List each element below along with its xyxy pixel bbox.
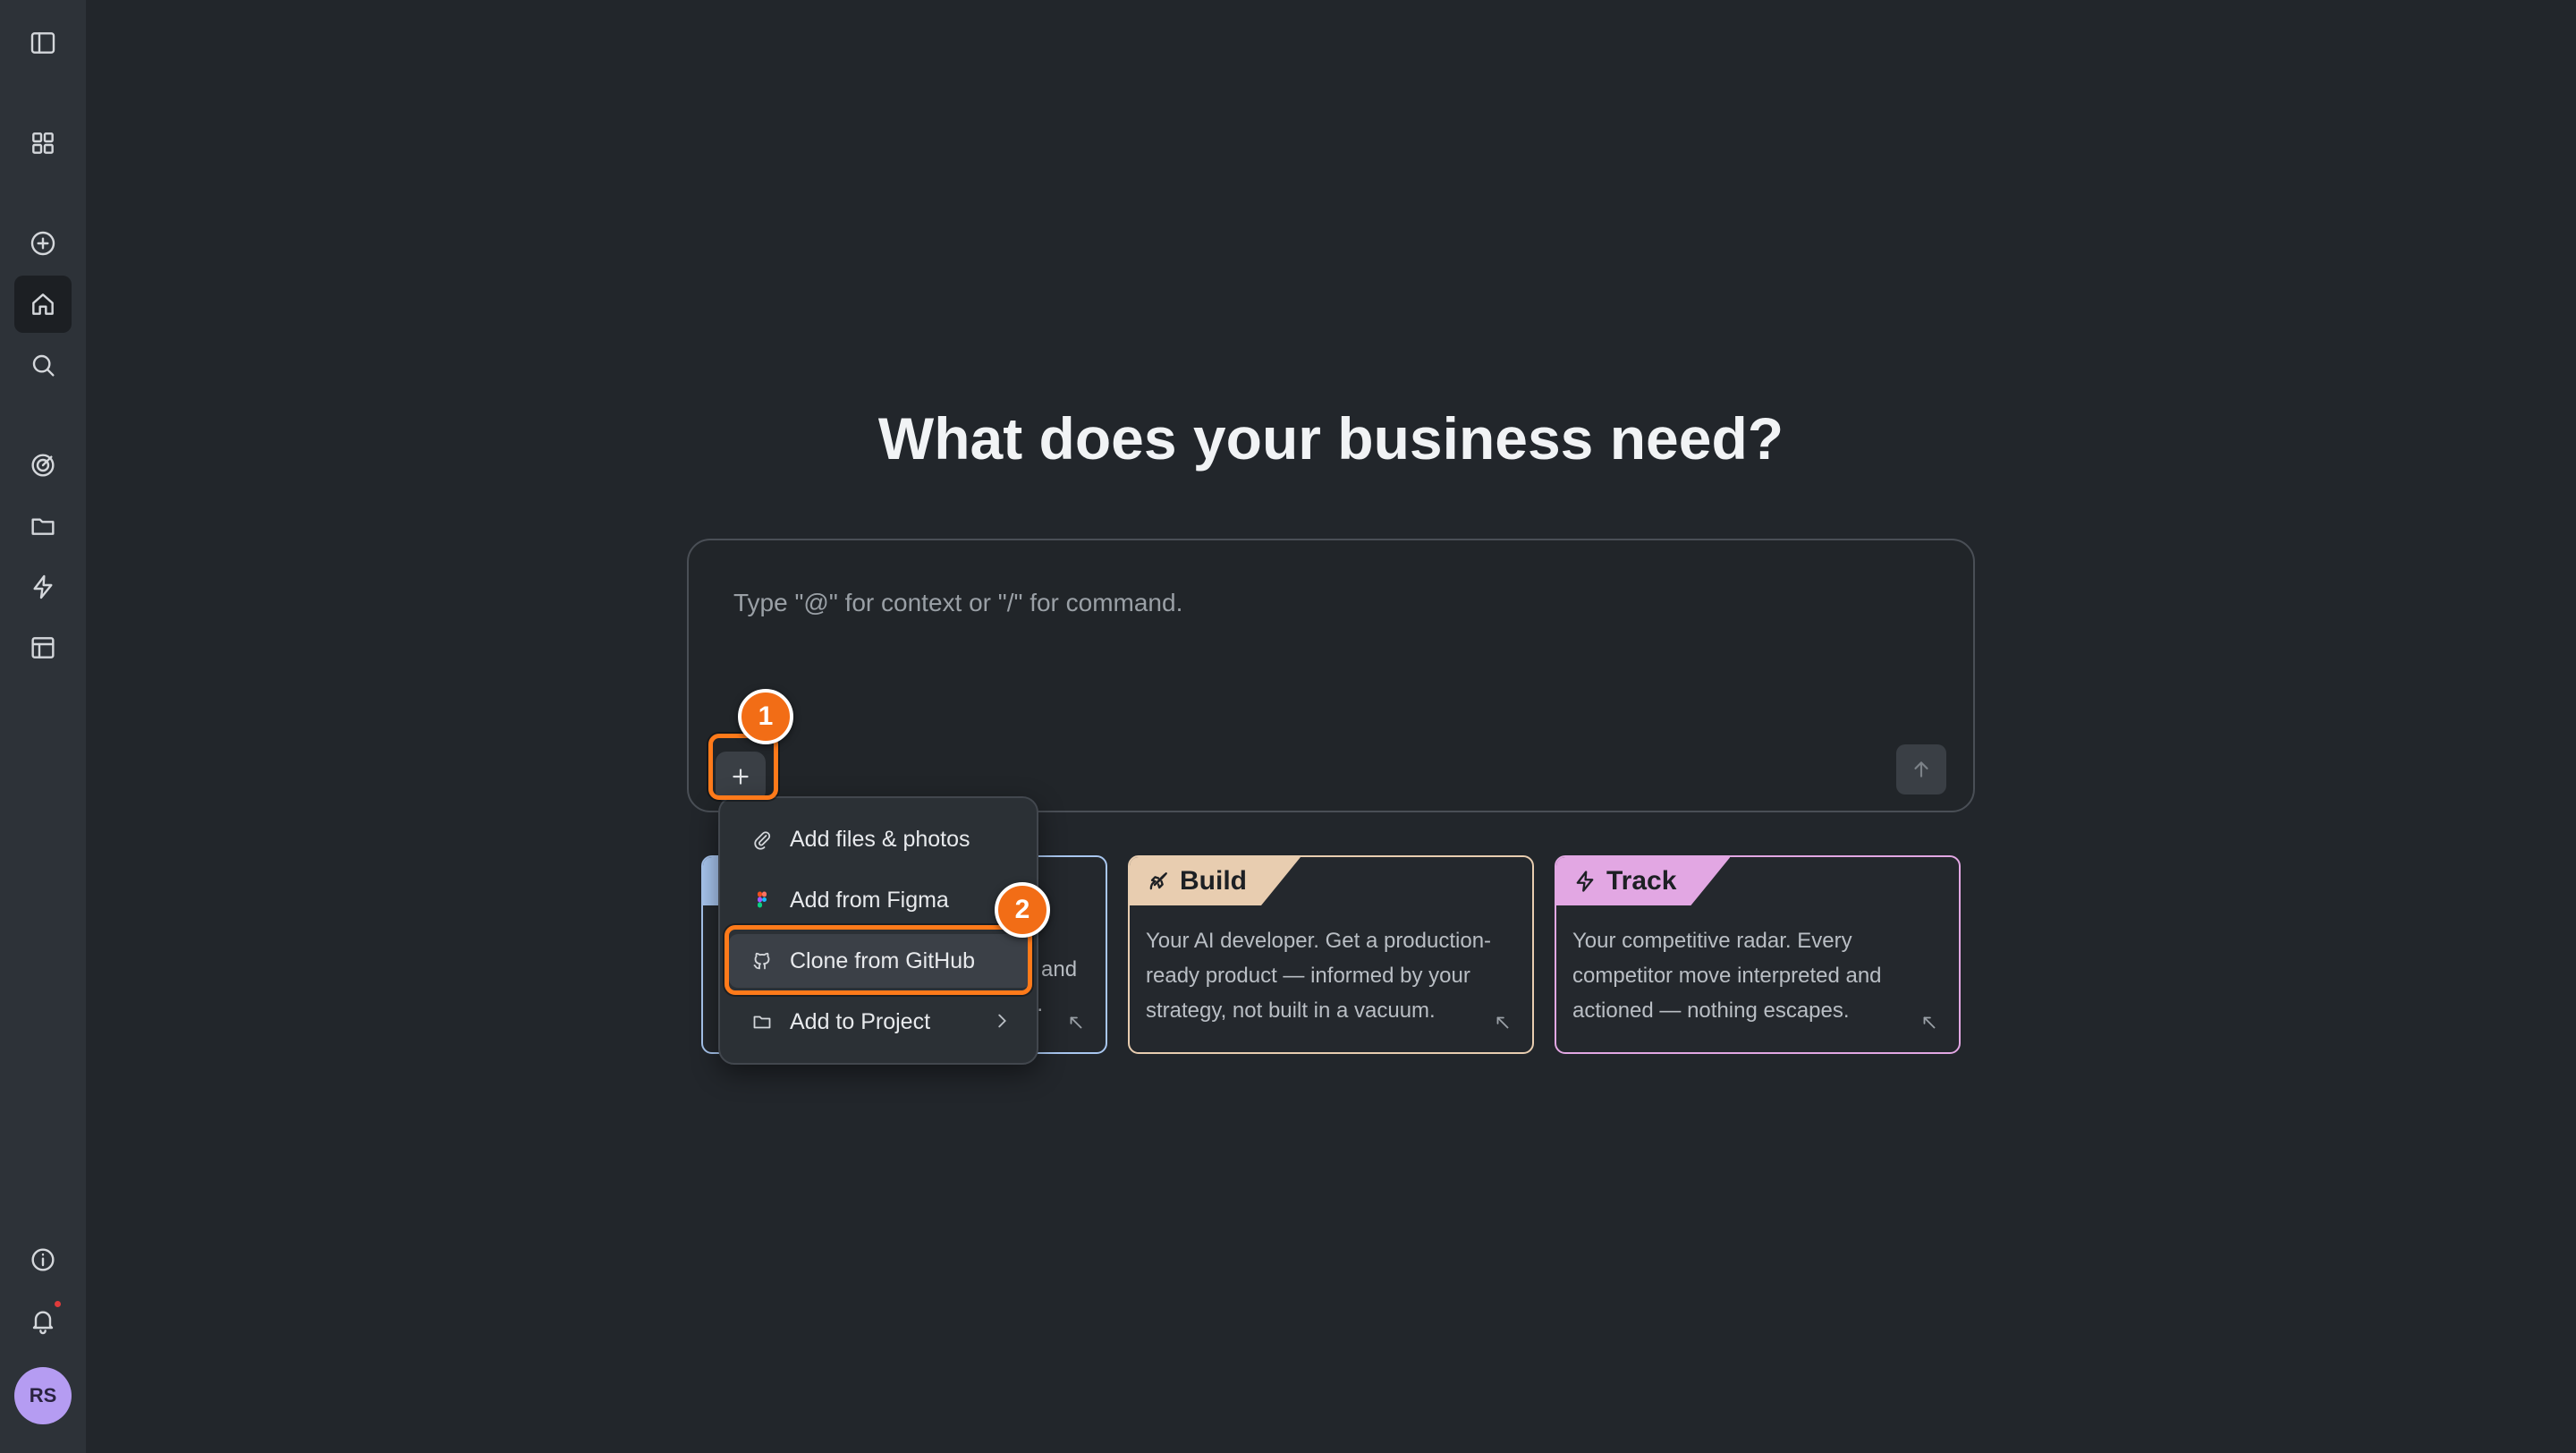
lightning-icon bbox=[1572, 869, 1597, 894]
info-button[interactable] bbox=[14, 1231, 72, 1288]
grid-icon bbox=[32, 132, 54, 154]
folder-icon bbox=[750, 1010, 774, 1033]
prompt-input[interactable] bbox=[733, 583, 1896, 623]
send-button[interactable] bbox=[1896, 744, 1946, 794]
notification-dot bbox=[55, 1301, 61, 1307]
bell-icon bbox=[32, 1311, 54, 1335]
arrow-up-icon bbox=[1914, 761, 1928, 777]
info-icon bbox=[31, 1248, 55, 1271]
card-track[interactable]: Track Your competitive radar. Every comp… bbox=[1555, 855, 1961, 1054]
card-title: Build bbox=[1180, 866, 1247, 896]
rocket-icon bbox=[1146, 869, 1171, 894]
layout-icon bbox=[31, 637, 55, 659]
page-title: What does your business need? bbox=[877, 405, 1784, 472]
menu-item-figma[interactable]: Add from Figma bbox=[729, 873, 1031, 927]
highlight-clone-github bbox=[724, 925, 1032, 995]
card-tag: Track bbox=[1556, 857, 1730, 905]
card-desc-fragment: and bbox=[1041, 957, 1078, 981]
step-badge-2: 2 bbox=[995, 882, 1050, 938]
menu-item-add-to-project[interactable]: Add to Project bbox=[729, 995, 1031, 1049]
lightning-icon bbox=[33, 574, 53, 599]
menu-item-label: Add from Figma bbox=[790, 887, 949, 913]
arrow-up-left-icon bbox=[1493, 1013, 1513, 1032]
home-button[interactable] bbox=[14, 276, 72, 333]
card-description: Your AI developer. Get a production-read… bbox=[1146, 929, 1492, 1023]
chevron-right-icon bbox=[992, 1011, 1012, 1037]
menu-item-label: Add files & photos bbox=[790, 826, 970, 852]
card-build[interactable]: Build Your AI developer. Get a productio… bbox=[1128, 855, 1534, 1054]
notifications-button[interactable] bbox=[14, 1292, 72, 1349]
folder-icon bbox=[31, 518, 55, 535]
new-chat-button[interactable] bbox=[14, 215, 72, 272]
card-description: Your competitive radar. Every competitor… bbox=[1572, 929, 1882, 1023]
avatar[interactable]: RS bbox=[14, 1367, 72, 1424]
sidebar-toggle-icon bbox=[30, 32, 55, 54]
home-icon bbox=[32, 293, 54, 315]
projects-button[interactable] bbox=[14, 497, 72, 555]
automations-button[interactable] bbox=[14, 558, 72, 616]
sidebar: RS bbox=[0, 0, 86, 1453]
search-icon bbox=[32, 354, 55, 377]
prompt-composer bbox=[687, 539, 1975, 812]
plus-circle-icon bbox=[30, 231, 55, 256]
paperclip-icon bbox=[750, 828, 774, 851]
search-button[interactable] bbox=[14, 336, 72, 394]
figma-icon bbox=[750, 888, 774, 912]
arrow-up-left-icon bbox=[1919, 1013, 1939, 1032]
goals-button[interactable] bbox=[14, 437, 72, 494]
arrow-up-left-icon bbox=[1066, 1013, 1086, 1032]
card-title: Track bbox=[1606, 866, 1677, 896]
menu-item-add-files[interactable]: Add files & photos bbox=[729, 812, 1031, 866]
target-icon bbox=[31, 454, 55, 477]
card-tag: Build bbox=[1130, 857, 1301, 905]
menu-item-label: Add to Project bbox=[790, 1008, 931, 1034]
templates-button[interactable] bbox=[14, 619, 72, 676]
apps-button[interactable] bbox=[14, 115, 72, 172]
step-badge-1: 1 bbox=[738, 689, 793, 744]
sidebar-toggle-button[interactable] bbox=[14, 14, 72, 72]
